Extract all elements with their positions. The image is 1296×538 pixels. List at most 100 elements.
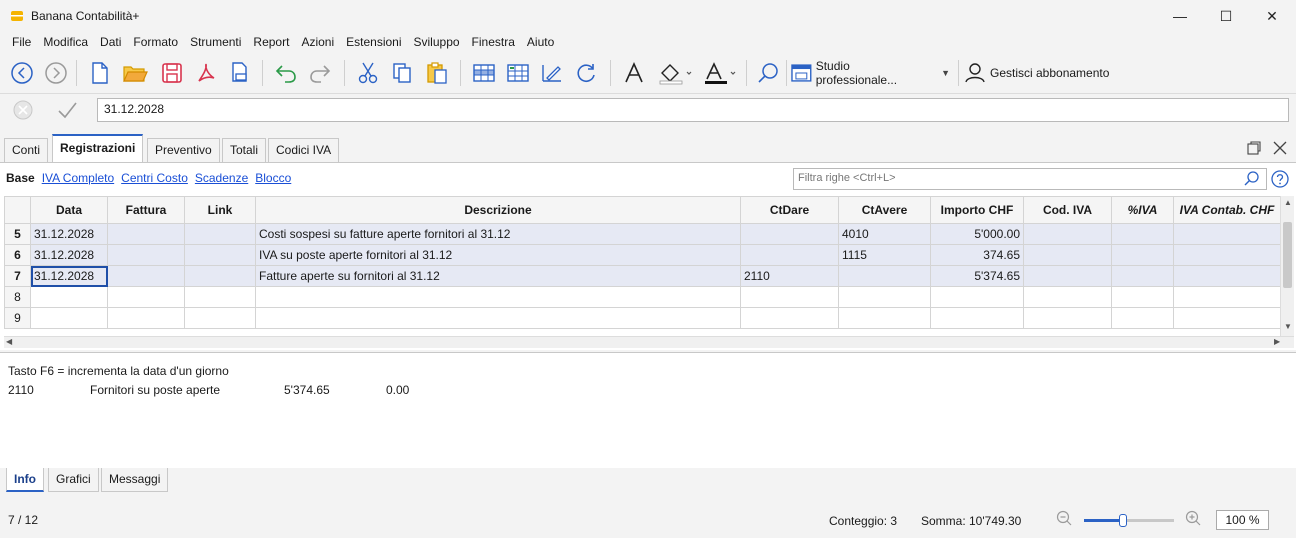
cell-pctiva[interactable] (1111, 265, 1174, 287)
cell-ctavere[interactable] (838, 265, 931, 287)
row-number[interactable]: 6 (4, 244, 31, 266)
table-row[interactable]: 7 31.12.2028 Fatture aperte su fornitori… (4, 265, 1281, 287)
cell-fattura[interactable] (107, 265, 185, 287)
gestisci-abbonamento-button[interactable]: Gestisci abbonamento (964, 58, 1114, 88)
menu-azioni[interactable]: Azioni (295, 33, 340, 51)
search-icon[interactable] (1243, 170, 1261, 188)
copy-icon[interactable] (388, 58, 416, 88)
print-preview-icon[interactable] (226, 58, 254, 88)
menu-formato[interactable]: Formato (127, 33, 184, 51)
cell-data[interactable]: 31.12.2028 (30, 244, 108, 266)
fill-color-icon[interactable] (656, 58, 696, 88)
menu-report[interactable]: Report (247, 33, 295, 51)
zoom-out-icon[interactable] (1055, 509, 1073, 527)
tab-codici-iva[interactable]: Codici IVA (268, 138, 340, 162)
table-row[interactable]: 8 (4, 286, 1281, 308)
cell-pctiva[interactable] (1111, 286, 1174, 308)
menu-sviluppo[interactable]: Sviluppo (408, 33, 466, 51)
scroll-left-icon[interactable]: ◀ (6, 337, 12, 346)
redo-icon[interactable] (306, 58, 334, 88)
open-folder-icon[interactable] (120, 58, 150, 88)
zoom-thumb[interactable] (1119, 514, 1127, 527)
cell-ctdare[interactable] (740, 244, 839, 266)
cell-ctavere[interactable] (838, 286, 931, 308)
table-row[interactable]: 5 31.12.2028 Costi sospesi su fatture ap… (4, 223, 1281, 245)
tab-conti[interactable]: Conti (4, 138, 49, 162)
view-centri-costo[interactable]: Centri Costo (121, 171, 188, 185)
tab-info[interactable]: Info (6, 468, 44, 492)
cell-codiva[interactable] (1023, 286, 1112, 308)
menu-file[interactable]: File (6, 33, 37, 51)
column-header-codiva[interactable]: Cod. IVA (1023, 196, 1112, 224)
minimize-button[interactable]: — (1157, 0, 1203, 32)
cell-importo[interactable] (930, 286, 1024, 308)
column-header-importo[interactable]: Importo CHF (930, 196, 1024, 224)
cell-descrizione[interactable] (255, 286, 741, 308)
cell-codiva[interactable] (1023, 307, 1112, 329)
insert-rows-icon[interactable] (504, 58, 532, 88)
scrollbar-thumb[interactable] (1283, 222, 1292, 288)
scroll-up-icon[interactable]: ▲ (1284, 198, 1292, 207)
filter-rows-input[interactable]: Filtra righe <Ctrl+L> (793, 168, 1267, 190)
table-row[interactable]: 6 31.12.2028 IVA su poste aperte fornito… (4, 244, 1281, 266)
column-header-fattura[interactable]: Fattura (107, 196, 185, 224)
cell-importo[interactable] (930, 307, 1024, 329)
column-header-pctiva[interactable]: %IVA (1111, 196, 1174, 224)
cell-fattura[interactable] (107, 223, 185, 245)
undo-icon[interactable] (272, 58, 300, 88)
paste-icon[interactable] (422, 58, 452, 88)
cell-fattura[interactable] (107, 286, 185, 308)
row-number[interactable]: 9 (4, 307, 31, 329)
text-color-icon[interactable] (700, 58, 740, 88)
column-header-ivacontab[interactable]: IVA Contab. CHF (1173, 196, 1281, 224)
cell-ivacontab[interactable] (1173, 265, 1281, 287)
cell-pctiva[interactable] (1111, 307, 1174, 329)
cell-codiva[interactable] (1023, 265, 1112, 287)
horizontal-scrollbar[interactable]: ◀ ▶ (4, 336, 1294, 348)
add-rows-icon[interactable] (470, 58, 498, 88)
cell-link[interactable] (184, 265, 256, 287)
menu-aiuto[interactable]: Aiuto (521, 33, 560, 51)
cell-link[interactable] (184, 223, 256, 245)
save-icon[interactable] (158, 58, 186, 88)
cell-edit-field[interactable]: 31.12.2028 (97, 98, 1289, 122)
cell-ivacontab[interactable] (1173, 286, 1281, 308)
zoom-in-icon[interactable] (1184, 509, 1202, 527)
cell-ivacontab[interactable] (1173, 223, 1281, 245)
table-row[interactable]: 9 (4, 307, 1281, 329)
cell-descrizione[interactable] (255, 307, 741, 329)
cell-codiva[interactable] (1023, 244, 1112, 266)
new-document-icon[interactable] (86, 58, 114, 88)
view-iva-completo[interactable]: IVA Completo (42, 171, 114, 185)
recalculate-icon[interactable] (572, 58, 600, 88)
column-header-ctavere[interactable]: CtAvere (838, 196, 931, 224)
tab-totali[interactable]: Totali (222, 138, 267, 162)
help-icon[interactable] (1270, 169, 1290, 189)
column-header-ctdare[interactable]: CtDare (740, 196, 839, 224)
menu-finestra[interactable]: Finestra (466, 33, 521, 51)
column-header-descrizione[interactable]: Descrizione (255, 196, 741, 224)
cell-data[interactable]: 31.12.2028 (30, 223, 108, 245)
cell-link[interactable] (184, 307, 256, 329)
maximize-button[interactable]: ☐ (1203, 0, 1249, 32)
search-icon[interactable] (754, 58, 782, 88)
cell-link[interactable] (184, 244, 256, 266)
column-header-data[interactable]: Data (30, 196, 108, 224)
row-number[interactable]: 5 (4, 223, 31, 245)
cell-fattura[interactable] (107, 307, 185, 329)
view-blocco[interactable]: Blocco (255, 171, 291, 185)
cell-importo[interactable]: 5'000.00 (930, 223, 1024, 245)
cell-ctdare[interactable] (740, 223, 839, 245)
row-number[interactable]: 8 (4, 286, 31, 308)
cell-ctavere[interactable]: 1115 (838, 244, 931, 266)
column-header-link[interactable]: Link (184, 196, 256, 224)
cell-data[interactable] (30, 307, 108, 329)
cell-ivacontab[interactable] (1173, 244, 1281, 266)
column-header-rownum[interactable] (4, 196, 31, 224)
cell-importo[interactable]: 5'374.65 (930, 265, 1024, 287)
forward-icon[interactable] (42, 58, 70, 88)
cell-ivacontab[interactable] (1173, 307, 1281, 329)
cell-descrizione[interactable]: IVA su poste aperte fornitori al 31.12 (255, 244, 741, 266)
cell-descrizione[interactable]: Costi sospesi su fatture aperte fornitor… (255, 223, 741, 245)
scroll-down-icon[interactable]: ▼ (1284, 322, 1292, 331)
